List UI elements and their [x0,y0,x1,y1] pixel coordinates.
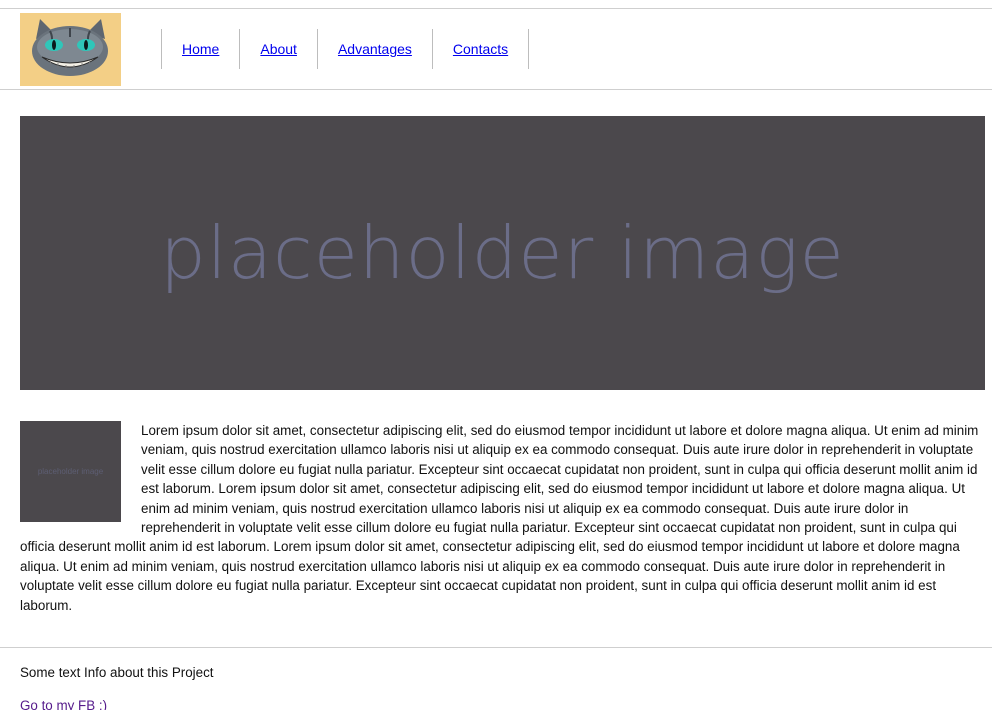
cheshire-cat-graphic [20,13,121,86]
thumbnail-placeholder-image: placeholder image [20,421,121,522]
nav-link-contacts[interactable]: Contacts [453,41,508,57]
main-content: placeholder image Lorem ipsum dolor sit … [20,421,982,615]
site-header: Home About Advantages Contacts [0,8,992,90]
nav-link-advantages[interactable]: Advantages [338,41,412,57]
hero-placeholder-image: placeholder image [20,116,985,390]
thumbnail-placeholder-text: placeholder image [37,466,104,476]
facebook-link[interactable]: Go to my FB :) [20,698,107,710]
content-paragraph: Lorem ipsum dolor sit amet, consectetur … [20,423,979,613]
nav-item-about: About [240,29,318,69]
nav-link-home[interactable]: Home [182,41,219,57]
nav-link-about[interactable]: About [260,41,297,57]
nav-item-contacts: Contacts [433,29,530,69]
nav-item-home: Home [162,29,241,69]
page: Home About Advantages Contacts placehold… [0,0,992,710]
main-nav: Home About Advantages Contacts [161,29,530,69]
footer-info-text: Some text Info about this Project [20,665,214,680]
site-footer: Some text Info about this Project Go to … [0,647,992,710]
hero-placeholder-text: placeholder image [160,211,845,295]
nav-item-advantages: Advantages [318,29,433,69]
cheshire-cat-logo-icon[interactable] [20,13,121,86]
